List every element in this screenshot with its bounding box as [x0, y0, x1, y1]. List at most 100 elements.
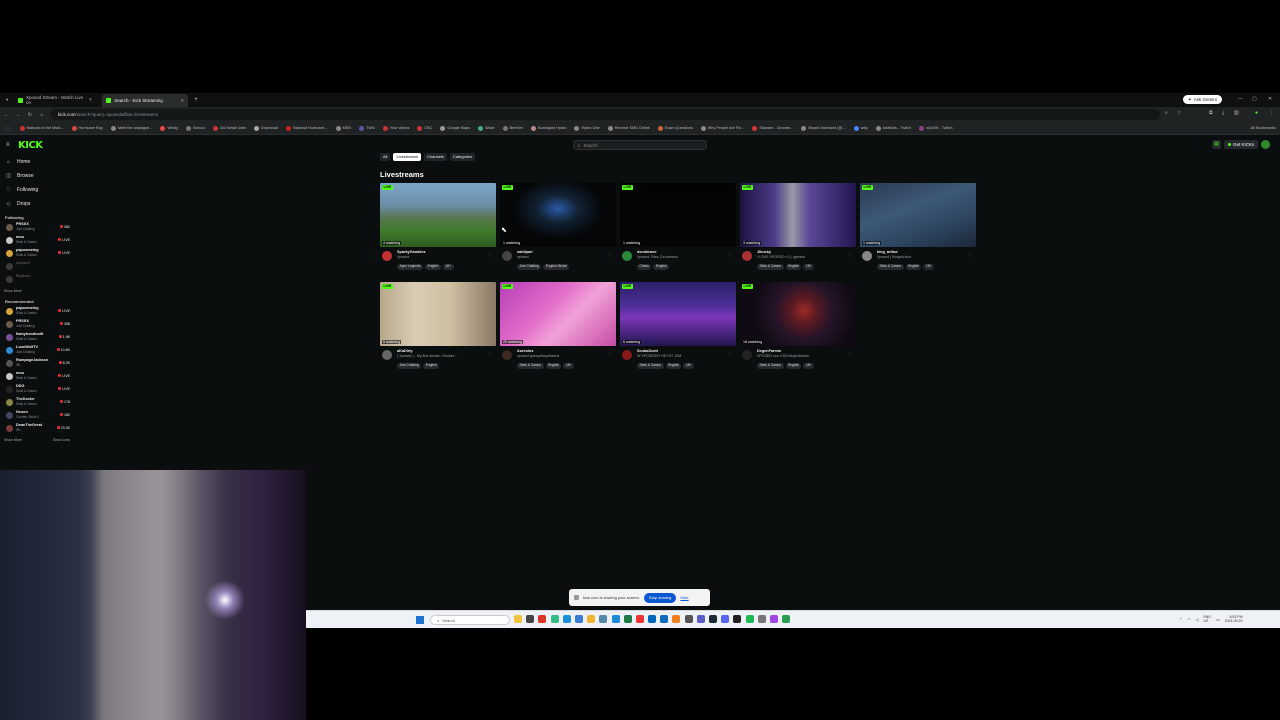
sidebar-channel[interactable]: TheDocter Slots & Casino 178	[0, 397, 74, 410]
bookmark-item[interactable]: Shazam - Chrome...	[748, 125, 797, 131]
sidebar-item-following[interactable]: ♡ Following	[0, 183, 74, 197]
maximize-button[interactable]: ▢	[1252, 96, 1257, 102]
extensions-icon[interactable]: ⧉	[1209, 110, 1213, 116]
sidebar-channel[interactable]: PRSSX Just Chatting 362	[0, 222, 74, 235]
bookmark-item[interactable]: MSN	[332, 125, 355, 131]
channel-avatar[interactable]	[622, 350, 632, 360]
bookmark-item[interactable]: Exam Questions	[654, 125, 697, 131]
new-tab-button[interactable]: +	[194, 97, 198, 103]
menu-kebab-icon[interactable]: ⋮	[1269, 110, 1274, 116]
stream-thumbnail[interactable]: LIVE 5 watching	[380, 282, 496, 346]
sidebar-channel[interactable]: flamyhoodnolit Slots & Casino 1.9K	[0, 332, 74, 345]
stream-card[interactable]: LIVE 5 watching aKaDirty( Xposed ) - My fi…	[380, 282, 496, 374]
sidebar-channel[interactable]: papoomeing Slots & Casino LIVE	[0, 248, 74, 261]
notepad-icon[interactable]	[599, 615, 608, 623]
stream-thumbnail[interactable]: LIVE 1 watching	[620, 183, 736, 247]
bookmark-item[interactable]: Waze	[474, 125, 499, 131]
more-options-icon[interactable]: ⋮	[848, 253, 853, 259]
channel-avatar[interactable]	[382, 350, 392, 360]
apps-grid-icon[interactable]: ⋮⋮	[0, 126, 16, 131]
sidebar-item-browse[interactable]: ◫ Browse	[0, 169, 74, 183]
bookmark-item[interactable]: Meet the analogue...	[107, 125, 157, 131]
chrome-icon[interactable]	[635, 615, 644, 623]
search-input[interactable]: ⌕ Search	[573, 140, 707, 150]
stream-card[interactable]: LIVE 20 watching Aureolos xposed spinsprins…	[500, 282, 616, 374]
file-explorer-icon[interactable]	[514, 615, 522, 623]
bookmark-item[interactable]: TWN	[355, 125, 379, 131]
stream-title[interactable]: xposed	[517, 255, 609, 259]
tag-chip[interactable]: Just Chatting	[517, 264, 542, 270]
stream-thumbnail[interactable]: LIVE 20 watching	[500, 282, 616, 346]
stream-thumbnail[interactable]: LIVE 18 watching	[740, 282, 856, 346]
home-icon[interactable]: ⌂	[36, 112, 48, 118]
tag-chip[interactable]: English	[665, 363, 682, 369]
zoom-icon[interactable]: ⌕	[1165, 110, 1168, 116]
sidebar-channel[interactable]: RampageJackson IRL 8.2K	[0, 358, 74, 371]
url-field[interactable]: kick.com/search?query=xposed&filter=live…	[50, 109, 1160, 120]
forward-icon[interactable]: →	[12, 112, 24, 118]
filter-tab-categories[interactable]: Categories	[449, 153, 476, 161]
share-grip-icon[interactable]	[574, 595, 579, 600]
tab-xposed-stream[interactable]: Xposed Stream - Watch Live on ✕	[14, 94, 96, 106]
more-options-icon[interactable]: ⋮	[728, 352, 733, 358]
filter-tab-channels[interactable]: Channels	[424, 153, 447, 161]
tag-chip[interactable]: Slots & Casino	[877, 264, 904, 270]
stream-thumbnail[interactable]: LIVE 6 watching	[620, 282, 736, 346]
more-options-icon[interactable]: ⋮	[488, 352, 493, 358]
channel-name[interactable]: sahilpari	[517, 250, 533, 254]
bookmark-item[interactable]: Your videos	[379, 125, 414, 131]
excel-icon[interactable]	[623, 615, 632, 623]
minimize-button[interactable]: —	[1238, 96, 1243, 102]
filter-tab-livestreams[interactable]: Livestreams	[393, 153, 422, 161]
stream-card[interactable]: LIVE 3 watching Jlbucky I LOVE XPOSED <3 | …	[740, 183, 856, 275]
profile-avatar-icon[interactable]: ●	[1255, 110, 1258, 116]
stream-card[interactable]: LIVE 1 watching dcunbravo Xposed. Rtcs. Dcu…	[620, 183, 736, 275]
stop-sharing-button[interactable]: Stop sharing	[643, 592, 677, 603]
tag-chip[interactable]: 18+	[563, 363, 575, 369]
stream-title[interactable]: Xposed. Rtcs. Dcunbravo	[637, 255, 729, 259]
bookmark-item[interactable]: Why People Are Fin...	[697, 125, 749, 131]
tag-chip[interactable]: English	[425, 264, 441, 270]
sidebar-channel[interactable]: papoomeing Slots & Casino LIVE	[0, 306, 74, 319]
mail-icon[interactable]	[648, 615, 657, 623]
tag-chip[interactable]: 18+	[923, 264, 935, 270]
stream-title[interactable]: Xposed	[397, 255, 489, 259]
tab-search-kick[interactable]: Search - Kick Streaming ✕	[102, 94, 189, 107]
sidebar-item-drops[interactable]: ◇ Drops	[0, 197, 74, 211]
show-more-link[interactable]: Show More	[4, 438, 22, 442]
channel-name[interactable]: dcunbravo	[637, 250, 656, 254]
channel-name[interactable]: SparkyGamblez	[397, 250, 426, 254]
stream-title[interactable]: Xposed | KingxArthur	[877, 255, 969, 259]
bookmark-item[interactable]: Bryant Moreland (@...	[797, 125, 849, 131]
tag-chip[interactable]: 18+	[442, 264, 454, 270]
tag-chip[interactable]: 18+	[803, 264, 815, 270]
language-indicator[interactable]: ENG US	[1203, 615, 1211, 623]
tag-chip[interactable]: Chess	[637, 264, 652, 270]
back-icon[interactable]: ←	[0, 112, 12, 118]
obs-icon[interactable]	[733, 615, 742, 623]
all-bookmarks-button[interactable]: All Bookmarks	[1246, 125, 1276, 130]
more-options-icon[interactable]: ⋮	[488, 253, 493, 259]
bookmark-item[interactable]: 444 Watch later	[209, 125, 250, 131]
tag-chip[interactable]: 18+	[803, 363, 815, 369]
outlook-icon[interactable]	[660, 615, 669, 623]
show-more-link[interactable]: Show More	[4, 289, 22, 293]
discord-icon[interactable]	[721, 615, 730, 623]
sidebar-channel[interactable]: moo Slots & Casino LIVE	[0, 371, 74, 384]
channel-name[interactable]: ScubaScott	[637, 349, 658, 353]
reload-icon[interactable]: ↻	[24, 112, 36, 118]
store-icon[interactable]	[574, 615, 583, 623]
steam-icon[interactable]	[709, 615, 717, 623]
sidebar-channel[interactable]: moo Slots & Casino LIVE	[0, 235, 74, 248]
tag-chip[interactable]: English	[785, 264, 802, 270]
windows-start-icon[interactable]	[416, 616, 424, 624]
tag-chip[interactable]: Slots & Casino	[757, 264, 784, 270]
bookmark-item[interactable]: National Hurricane...	[282, 125, 332, 131]
tag-chip[interactable]: Apex Legends	[397, 264, 424, 270]
sidebar-channel[interactable]: DeanTheGreat IRL 23.3K	[0, 423, 74, 436]
stream-thumbnail[interactable]: LIVE 4 watching	[380, 183, 496, 247]
channel-name[interactable]: Aureolos	[517, 349, 533, 353]
bookmark-item[interactable]: xQc0W - Twitch	[915, 125, 957, 131]
bookmark-item[interactable]: Burlington Hydro	[527, 125, 570, 131]
tag-chip[interactable]: English	[653, 264, 670, 270]
